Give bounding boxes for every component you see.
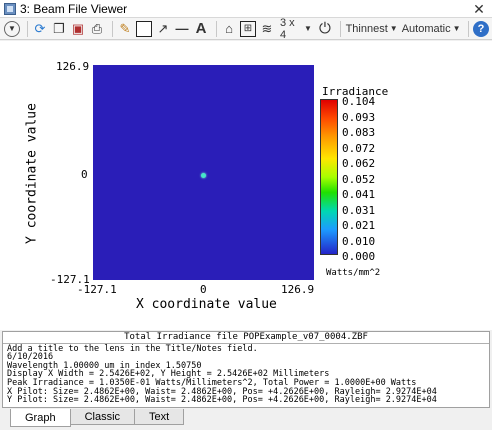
info-line: Add a title to the lens in the Title/Not… (7, 343, 258, 354)
save-button[interactable]: ▣ (70, 20, 86, 38)
scale-mode-label: Automatic (401, 22, 451, 35)
lock-icon[interactable]: ⌂ (221, 20, 237, 38)
settings-dropdown-button[interactable]: ▼ (4, 20, 20, 38)
view-tabs: Graph Classic Text (0, 409, 492, 430)
legend-value: 0.000 (342, 250, 376, 263)
rectangle-tool-button[interactable] (136, 20, 152, 37)
arrow-tool-button[interactable]: ↗ (155, 20, 171, 38)
copy-button[interactable]: ❐ (51, 20, 67, 38)
caret-icon: ▼ (452, 24, 461, 33)
beam-spot (201, 173, 206, 178)
y-tick-top: 126.9 (56, 60, 90, 73)
pencil-icon[interactable]: ✎ (117, 20, 133, 38)
line-tool-button[interactable]: — (174, 20, 190, 38)
info-text-panel: Total Irradiance file POPExample_v07_000… (2, 331, 490, 408)
close-button[interactable]: ✕ (466, 0, 492, 18)
x-tick-right: 126.9 (281, 283, 315, 296)
layers-icon[interactable]: ≋ (259, 20, 275, 38)
power-icon[interactable]: ⏻ (317, 20, 333, 38)
toolbar-divider (216, 20, 217, 37)
help-icon: ? (472, 20, 489, 37)
x-tick-left: -127.1 (77, 283, 117, 296)
info-line: Y Pilot: Size= 2.4862E+00, Waist= 2.4862… (7, 395, 437, 406)
tab-classic[interactable]: Classic (69, 409, 136, 425)
legend-value: 0.052 (342, 173, 376, 186)
legend-value: 0.062 (342, 157, 376, 170)
legend-units: Watts/mm^2 (326, 268, 381, 278)
tab-graph[interactable]: Graph (10, 409, 71, 427)
toolbar-divider (339, 20, 341, 37)
legend-value: 0.031 (342, 204, 376, 217)
scale-mode-dropdown[interactable]: Automatic ▼ (401, 20, 461, 38)
legend-value: 0.093 (342, 111, 376, 124)
graph-panel: 126.9 0 -127.1 -127.1 0 126.9 X coordina… (0, 41, 492, 330)
caret-icon: ▼ (389, 24, 398, 33)
tab-text[interactable]: Text (134, 409, 185, 425)
chevron-down-icon: ▼ (4, 20, 20, 37)
line-width-label: Thinnest (345, 22, 388, 35)
legend-value: 0.021 (342, 219, 376, 232)
grid-layout-label: 3 x 4 (280, 16, 295, 41)
window-title: 3: Beam File Viewer (20, 1, 128, 16)
y-tick-mid: 0 (81, 168, 88, 181)
toolbar: ▼ ⟳ ❐ ▣ ⎙ ✎ ↗ — A ⌂ ⊞ ≋ 3 x 4 ▼ ⏻ Thinnes… (0, 16, 492, 41)
legend-value: 0.083 (342, 126, 376, 139)
irradiance-plot[interactable] (93, 65, 314, 280)
legend-value: 0.104 (342, 95, 376, 108)
toolbar-divider (467, 20, 469, 37)
legend-value: 0.041 (342, 188, 376, 201)
zoom-fit-button[interactable]: ⊞ (240, 20, 256, 37)
legend-value: 0.072 (342, 142, 376, 155)
x-axis-label: X coordinate value (136, 297, 277, 312)
color-scale-bar (320, 99, 338, 255)
toolbar-divider (27, 20, 28, 37)
help-button[interactable]: ? (472, 20, 489, 38)
y-axis-label: Y coordinate value (24, 103, 40, 244)
app-icon (4, 2, 16, 15)
x-tick-mid: 0 (200, 283, 207, 296)
toolbar-divider (112, 20, 113, 37)
caret-icon: ▼ (304, 24, 312, 33)
refresh-button[interactable]: ⟳ (32, 20, 48, 38)
grid-layout-dropdown[interactable]: 3 x 4 ▼ (278, 16, 314, 41)
info-header: Total Irradiance file POPExample_v07_000… (3, 332, 489, 344)
title-bar: 3: Beam File Viewer ✕ (0, 0, 492, 18)
line-width-dropdown[interactable]: Thinnest ▼ (345, 20, 398, 38)
text-tool-button[interactable]: A (193, 20, 209, 38)
print-button[interactable]: ⎙ (89, 20, 105, 38)
legend-value: 0.010 (342, 235, 376, 248)
